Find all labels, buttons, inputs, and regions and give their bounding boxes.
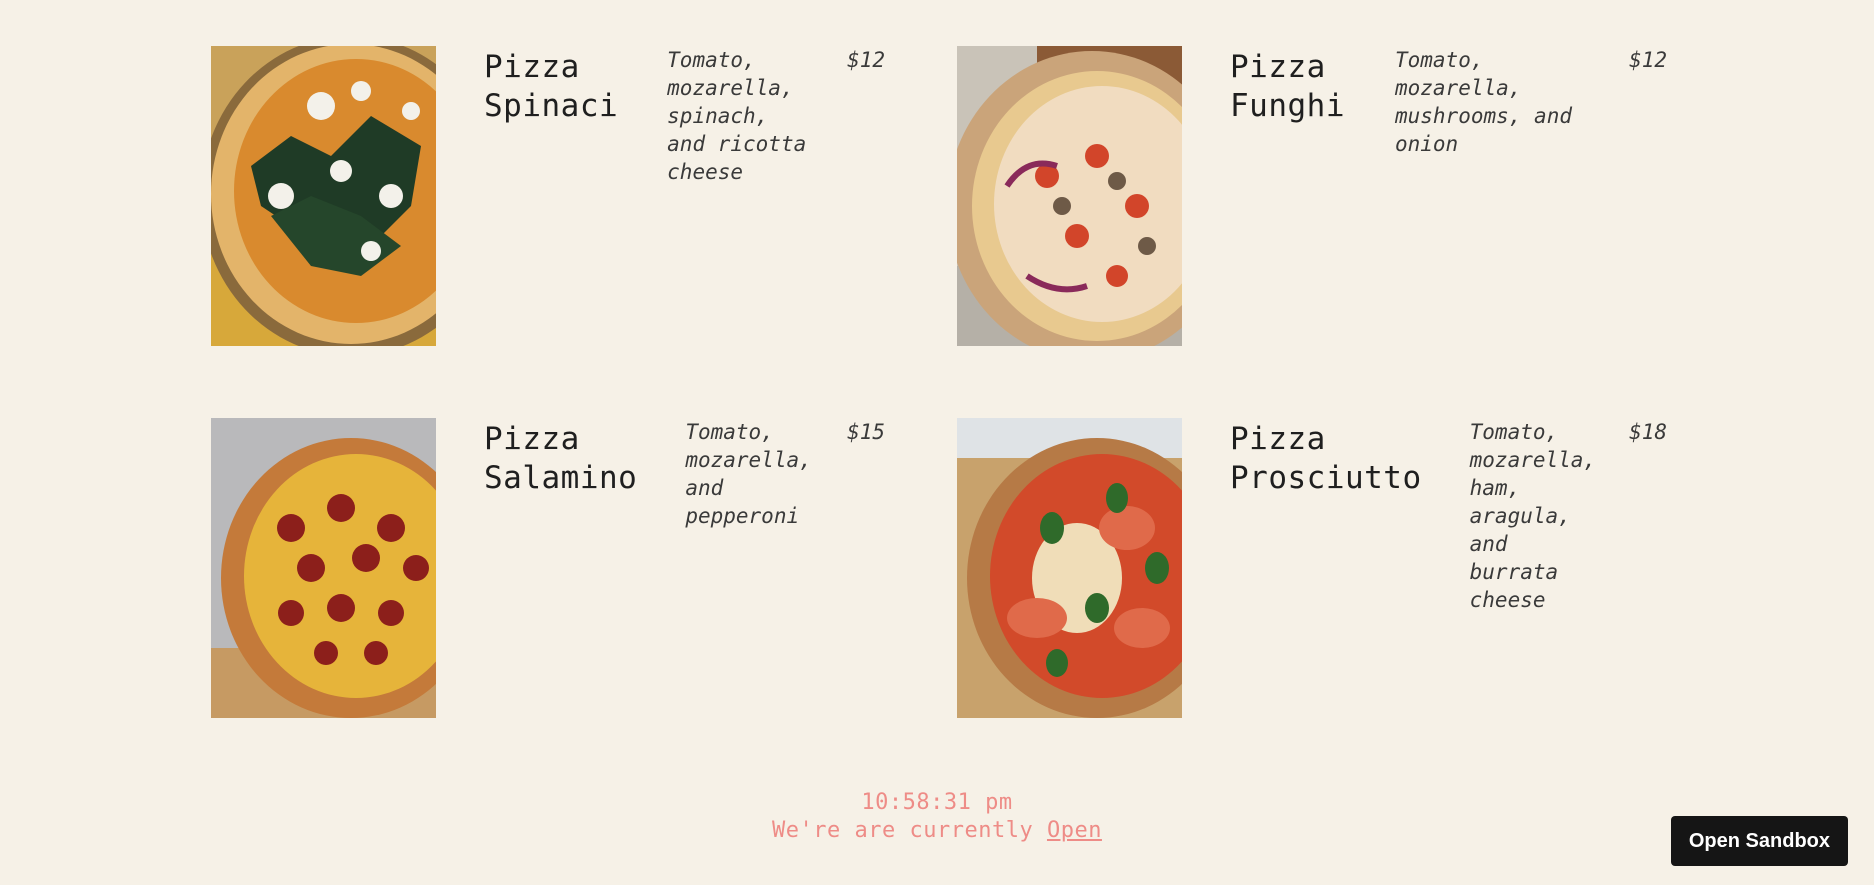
item-price: $18 [1629,420,1667,444]
open-status-link[interactable]: Open [1047,818,1102,843]
item-name-line1: Pizza [1230,49,1326,85]
item-name: Pizza Salamino [484,420,637,498]
item-name-line1: Pizza [484,421,580,457]
item-name: Pizza Spinaci [484,48,618,126]
pizza-funghi-photo [957,46,1182,346]
item-description: Tomato, mozarella, mushrooms, and onion [1394,48,1572,156]
item-name-line2: Funghi [1230,88,1345,124]
item-name-line2: Prosciutto [1230,460,1422,496]
current-time: 10:58:31 pm [861,790,1013,815]
pizza-salamino-photo [211,418,436,718]
item-name-line1: Pizza [484,49,580,85]
item-description: Tomato, mozarella, and pepperoni [685,420,812,528]
item-description: Tomato, mozarella, spinach, and ricotta … [667,48,807,184]
item-description: Tomato, mozarella, ham, aragula, and bur… [1469,420,1597,612]
status-prefix: We're are currently [772,818,1034,843]
status-footer: 10:58:31 pm We're are currently Open [0,789,1874,845]
item-name-line2: Salamino [484,460,638,496]
menu-item-funghi: Pizza Funghi Tomato, mozarella, mushroom… [957,46,1667,346]
open-status: We're are currently Open [0,817,1874,845]
item-name: Pizza Prosciutto [1230,420,1422,498]
open-sandbox-button[interactable]: Open Sandbox [1670,816,1848,866]
pizza-prosciutto-photo [957,418,1182,718]
pizza-spinaci-photo [211,46,436,346]
item-price: $12 [847,48,885,72]
menu-item-spinaci: Pizza Spinaci Tomato, mozarella, spinach… [211,46,885,346]
item-name-line1: Pizza [1230,421,1326,457]
item-name-line2: Spinaci [484,88,619,124]
menu-item-salamino: Pizza Salamino Tomato, mozarella, and pe… [211,418,885,718]
item-price: $15 [847,420,885,444]
item-price: $12 [1629,48,1667,72]
item-name: Pizza Funghi [1230,48,1345,126]
menu-item-prosciutto: Pizza Prosciutto Tomato, mozarella, ham,… [957,418,1667,718]
